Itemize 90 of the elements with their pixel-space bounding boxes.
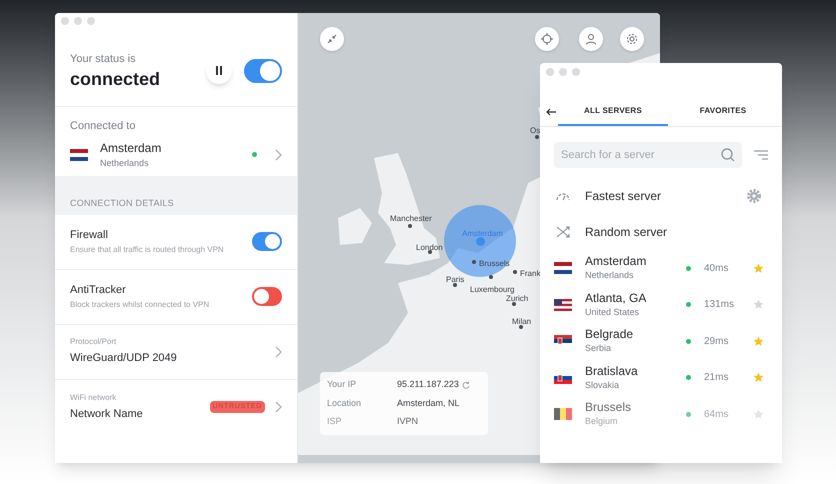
settings-icon — [626, 33, 638, 45]
star-icon[interactable] — [753, 262, 764, 274]
chevron-right-icon — [275, 346, 282, 358]
ping-value: 40ms — [704, 262, 730, 276]
option-label: Random server — [585, 224, 668, 241]
flag-icon — [554, 298, 572, 311]
city-label: London — [416, 244, 443, 252]
server-option[interactable]: Random server — [554, 214, 768, 250]
city-label: Manchester — [390, 215, 432, 223]
server-city: Belgrade — [585, 327, 634, 342]
server-country: Netherlands — [100, 157, 150, 170]
server-city: Brussels — [585, 400, 632, 415]
info-value: IVPN — [397, 415, 418, 428]
search-icon — [721, 148, 735, 162]
ping-value: 64ms — [704, 408, 730, 422]
ping-value: 29ms — [704, 334, 730, 349]
shuffle-icon — [556, 226, 570, 238]
status-value: connected — [70, 68, 160, 90]
city-label: Milan — [512, 318, 532, 326]
tab[interactable]: ALL SERVERS — [558, 98, 668, 126]
speedometer-icon — [554, 191, 570, 201]
pause-button[interactable] — [206, 58, 232, 84]
locate-button[interactable] — [535, 27, 559, 51]
server-row[interactable]: Atlanta, GA United States 131ms — [554, 286, 768, 323]
ping-value: 131ms — [704, 298, 736, 312]
filter-icon — [754, 150, 768, 160]
server-country: Belgium — [585, 415, 619, 428]
city-label: Frank — [520, 270, 540, 278]
city-label: Amsterdam — [462, 230, 503, 238]
city-label: Os — [530, 127, 540, 135]
connection-switch[interactable] — [244, 58, 282, 82]
setting-label: WiFi network — [70, 392, 118, 404]
flag-icon — [554, 262, 572, 274]
info-label: ISP — [327, 415, 343, 428]
sort-button[interactable] — [754, 150, 768, 160]
server-city: Atlanta, GA — [585, 290, 648, 306]
status-label: Your status is — [70, 52, 137, 67]
info-value: 95.211.187.223 — [397, 378, 459, 391]
star-icon[interactable] — [753, 372, 764, 384]
setting-description: Ensure that all traffic is routed through VPN — [70, 244, 225, 256]
setting-value: WireGuard/UDP 2049 — [70, 351, 178, 366]
tab[interactable]: FAVORITES — [668, 98, 778, 126]
chevron-right-icon — [275, 148, 282, 161]
collapse-icon — [327, 34, 337, 44]
section-header: CONNECTION DETAILS — [55, 176, 297, 214]
server-row[interactable]: Bratislava Slovakia 21ms — [554, 360, 768, 396]
settings-icon — [746, 188, 762, 204]
settings-button[interactable] — [620, 27, 644, 51]
setting-title: AntiTracker — [70, 283, 127, 298]
server-row[interactable]: Belgrade Serbia 29ms — [554, 323, 768, 360]
star-icon[interactable] — [753, 408, 764, 420]
account-button[interactable] — [579, 27, 603, 51]
city-label: Paris — [446, 276, 464, 284]
setting-label: Protocol/Port — [70, 336, 118, 348]
search-field[interactable]: Search for a server — [554, 142, 742, 168]
ping-value: 21ms — [704, 371, 730, 386]
info-label: Your IP — [327, 378, 358, 391]
collapse-button[interactable] — [320, 27, 344, 51]
setting-title: Firewall — [70, 228, 109, 244]
city-label: Brussels — [479, 260, 510, 268]
flag-icon — [70, 148, 88, 161]
pause-icon — [215, 66, 223, 75]
server-option[interactable]: Fastest server — [554, 178, 768, 214]
server-city: Amsterdam — [100, 140, 162, 157]
option-label: Fastest server — [585, 188, 662, 205]
refresh-icon — [462, 380, 470, 389]
server-country: Slovakia — [585, 378, 620, 392]
star-icon[interactable] — [753, 299, 764, 310]
server-country: Serbia — [585, 342, 612, 355]
chevron-right-icon — [275, 401, 282, 413]
city-label: Zurich — [506, 295, 528, 303]
server-row[interactable]: Brussels Belgium 64ms — [554, 396, 768, 432]
city-label: Luxembourg — [470, 286, 514, 294]
star-icon[interactable] — [753, 336, 764, 347]
arrow-left-icon — [546, 108, 556, 116]
connected-to-label: Connected to — [70, 120, 136, 132]
toggle-switch[interactable] — [252, 232, 282, 251]
user-icon — [585, 33, 597, 45]
info-value: Amsterdam, NL — [397, 396, 460, 410]
server-country: United States — [585, 306, 640, 318]
server-city: Amsterdam — [585, 254, 648, 269]
info-label: Location — [327, 396, 362, 410]
server-country: Netherlands — [585, 269, 635, 282]
crosshair-icon — [541, 33, 553, 45]
server-row[interactable]: Amsterdam Netherlands 40ms — [554, 250, 768, 286]
toggle-switch[interactable] — [252, 287, 282, 306]
flag-icon — [554, 408, 572, 420]
setting-description: Block trackers whilst connected to VPN — [70, 298, 210, 311]
setting-value: Network Name — [70, 406, 144, 422]
server-city: Bratislava — [585, 364, 639, 378]
